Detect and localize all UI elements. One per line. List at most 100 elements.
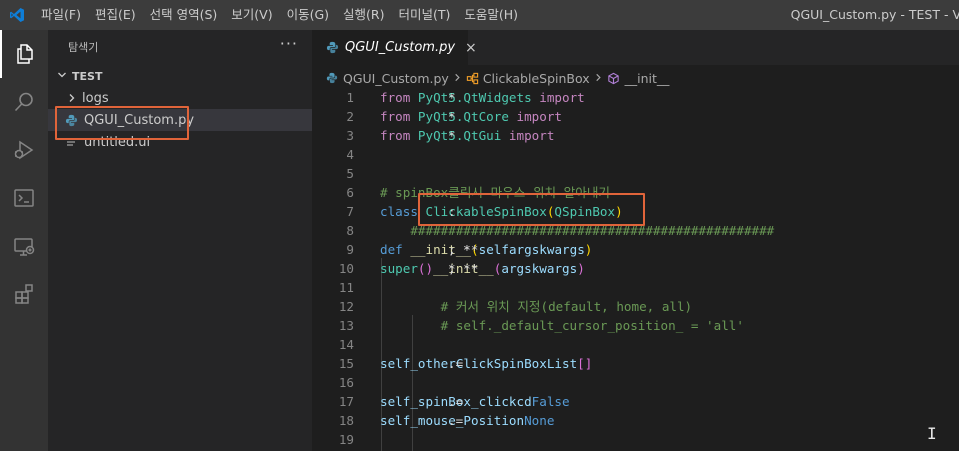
tree-item-qgui-custom-py[interactable]: QGUI_Custom.py bbox=[48, 109, 312, 131]
line-number: 2 bbox=[346, 109, 354, 124]
line-number: 18 bbox=[338, 413, 354, 428]
menu-item[interactable]: 터미널(T) bbox=[392, 0, 458, 30]
code-line: 2 from PyQt5.QtCore import * bbox=[312, 107, 959, 126]
line-number: 3 bbox=[346, 128, 354, 143]
python-file-icon bbox=[63, 114, 79, 127]
line-number: 11 bbox=[338, 280, 354, 295]
remote-explorer-icon[interactable] bbox=[0, 222, 48, 270]
code-line: 7 class ClickableSpinBox(QSpinBox): bbox=[312, 202, 959, 221]
code-line: 17 self. _spinBox_clickcd = False bbox=[312, 392, 959, 411]
line-number: 12 bbox=[338, 299, 354, 314]
chevron-right-icon bbox=[62, 93, 82, 103]
code-token: : bbox=[448, 204, 456, 219]
menu-item[interactable]: 이동(G) bbox=[280, 0, 336, 30]
code-token: from bbox=[380, 90, 418, 105]
code-token: PyQt5.QtCore bbox=[417, 109, 509, 124]
line-number: 4 bbox=[346, 147, 354, 162]
line-number: 15 bbox=[338, 356, 354, 371]
code-line: 3 from PyQt5.QtGui import * bbox=[312, 126, 959, 145]
code-token: self bbox=[478, 242, 509, 257]
editor-tabs: QGUI_Custom.py × bbox=[312, 30, 959, 65]
code-line: 8 ######################################… bbox=[312, 221, 959, 240]
line-number: 14 bbox=[338, 337, 354, 352]
breadcrumb-class[interactable]: ClickableSpinBox bbox=[483, 71, 590, 86]
line-number: 13 bbox=[338, 318, 354, 333]
code-token: def bbox=[380, 242, 411, 257]
terminal-icon[interactable] bbox=[0, 174, 48, 222]
code-line: 12 # 커서 위치 지정(default, home, all) bbox=[312, 297, 959, 316]
code-line: 18 self. _mouse_Position = None bbox=[312, 411, 959, 430]
code-token: import bbox=[508, 109, 570, 124]
tree-item-label: untitled.ui bbox=[84, 134, 151, 150]
editor-area: QGUI_Custom.py × QGUI_Custom.py Clickabl… bbox=[312, 30, 959, 451]
breadcrumb: QGUI_Custom.py ClickableSpinBox __init__ bbox=[326, 67, 669, 89]
code-token: QSpinBox bbox=[554, 204, 616, 219]
chevron-right-icon bbox=[453, 72, 462, 85]
code-token: kwargs bbox=[539, 242, 585, 257]
menu-item[interactable]: 선택 영역(S) bbox=[143, 0, 225, 30]
code-token: from bbox=[380, 109, 418, 124]
menu-item[interactable]: 파일(F) bbox=[34, 0, 88, 30]
code-editor[interactable]: 1 from PyQt5.QtWidgets import * 2 from PyQt… bbox=[312, 87, 959, 451]
extensions-icon[interactable] bbox=[0, 270, 48, 318]
line-number: 19 bbox=[338, 432, 354, 447]
python-file-icon bbox=[326, 72, 338, 84]
code-text: # spinBox클릭시 마우스 위치 알아내기 bbox=[380, 183, 610, 202]
code-token: from bbox=[380, 128, 418, 143]
workspace-name: TEST bbox=[72, 69, 103, 83]
code-text: from PyQt5.QtCore import * bbox=[380, 107, 570, 126]
search-icon[interactable] bbox=[0, 78, 48, 126]
code-token: PyQt5.QtGui bbox=[417, 128, 502, 143]
chevron-right-icon bbox=[594, 72, 603, 85]
menu-item[interactable]: 실행(R) bbox=[336, 0, 391, 30]
code-token: = bbox=[448, 394, 471, 409]
code-line: 6 # spinBox클릭시 마우스 위치 알아내기 bbox=[312, 183, 959, 202]
workspace-section-header[interactable]: TEST bbox=[48, 66, 312, 86]
code-token: ) bbox=[615, 204, 623, 219]
breadcrumb-method[interactable]: __init__ bbox=[625, 71, 670, 86]
code-token: * bbox=[448, 109, 456, 124]
debug-icon[interactable] bbox=[0, 126, 48, 174]
code-token: * bbox=[448, 128, 456, 143]
code-token: None bbox=[524, 413, 555, 428]
window-title: QGUI_Custom.py - TEST - V bbox=[790, 7, 959, 22]
code-token: , ** bbox=[448, 261, 479, 276]
menu-item[interactable]: 보기(V) bbox=[224, 0, 279, 30]
code-token: * bbox=[448, 90, 456, 105]
line-number: 7 bbox=[346, 204, 354, 219]
menu-item[interactable]: 편집(E) bbox=[88, 0, 143, 30]
tree-item-logs[interactable]: logs bbox=[48, 87, 312, 109]
code-token: [] bbox=[577, 356, 593, 371]
code-line: 16 bbox=[312, 373, 959, 392]
code-token: () bbox=[417, 261, 434, 276]
menu-item[interactable]: 도움말(H) bbox=[457, 0, 525, 30]
code-text: self. _otherClickSpinBoxList = [] bbox=[380, 354, 592, 373]
close-icon[interactable]: × bbox=[465, 40, 477, 56]
code-token: args bbox=[508, 242, 540, 257]
code-text: def __init__(self, * args, ** kwargs): bbox=[380, 240, 592, 259]
code-line: 19 bbox=[312, 430, 959, 449]
tab-qgui-custom-py[interactable]: QGUI_Custom.py × bbox=[312, 30, 477, 65]
code-text: self. _spinBox_clickcd = False bbox=[380, 392, 570, 411]
code-text: from PyQt5.QtWidgets import * bbox=[380, 88, 592, 107]
files-icon[interactable] bbox=[0, 30, 48, 78]
more-actions-icon[interactable]: ··· bbox=[280, 34, 298, 53]
code-token: : bbox=[448, 242, 456, 257]
python-file-icon bbox=[326, 41, 339, 54]
code-token: self bbox=[380, 394, 411, 409]
line-number: 17 bbox=[338, 394, 354, 409]
tree-item-untitled-ui[interactable]: untitled.ui bbox=[48, 131, 312, 153]
tree-item-label: QGUI_Custom.py bbox=[84, 112, 195, 128]
code-text: class ClickableSpinBox(QSpinBox): bbox=[380, 202, 623, 221]
code-text: super(). __init__(* args, ** kwargs) bbox=[380, 259, 585, 278]
code-token: import bbox=[501, 128, 562, 143]
code-token: self bbox=[380, 413, 411, 428]
code-token: PyQt5.QtWidgets bbox=[417, 90, 532, 105]
line-number: 16 bbox=[338, 375, 354, 390]
code-text: # 커서 위치 지정(default, home, all) bbox=[380, 297, 693, 316]
code-line: 4 bbox=[312, 145, 959, 164]
line-number: 10 bbox=[338, 261, 354, 276]
title-bar: 파일(F) 편집(E) 선택 영역(S) 보기(V) 이동(G) 실행(R) 터미널(T) 도… bbox=[0, 0, 959, 30]
breadcrumb-file[interactable]: QGUI_Custom.py bbox=[343, 71, 449, 86]
menu-bar: 파일(F) 편집(E) 선택 영역(S) 보기(V) 이동(G) 실행(R) 터미널(T) 도… bbox=[34, 0, 525, 30]
